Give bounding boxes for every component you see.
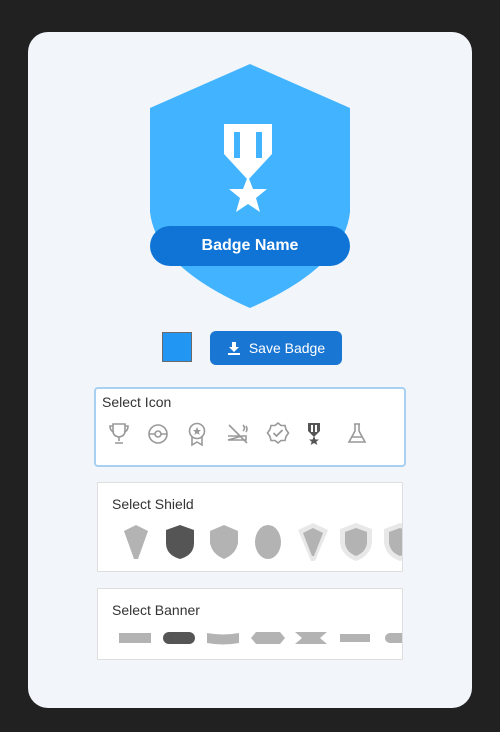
select-shield-title: Select Shield (112, 496, 194, 512)
pokeball-icon[interactable] (147, 422, 169, 446)
framed-partial-shield-option[interactable] (382, 521, 403, 563)
badge-editor-card: Badge Name Save Badge Select Icon Select… (28, 32, 472, 708)
plain-banner-option[interactable] (338, 631, 372, 645)
select-icon-panel: Select Icon (94, 387, 406, 467)
badge-preview: Badge Name (148, 62, 352, 310)
select-banner-title: Select Banner (112, 602, 200, 618)
flask-icon[interactable] (346, 422, 368, 446)
download-icon (227, 342, 240, 355)
framed-diamond-shield-option[interactable] (296, 521, 330, 563)
color-picker-swatch[interactable] (162, 332, 192, 362)
medal-icon-option[interactable] (306, 421, 322, 447)
curved-banner-option[interactable] (206, 631, 240, 645)
flat-banner-option[interactable] (118, 631, 152, 645)
heater-shield-option[interactable] (208, 523, 240, 561)
ribbon-banner-option[interactable] (294, 631, 328, 645)
save-badge-label: Save Badge (248, 340, 326, 356)
badge-name-banner: Badge Name (150, 226, 350, 266)
rounded-shield-option[interactable] (164, 523, 196, 561)
hexagon-banner-option[interactable] (250, 631, 286, 645)
diamond-shield-option[interactable] (122, 523, 150, 561)
no-smoking-icon[interactable] (226, 422, 250, 446)
oval-shield-option[interactable] (253, 523, 283, 561)
trophy-icon[interactable] (108, 422, 130, 446)
select-shield-panel: Select Shield (97, 482, 403, 572)
select-icon-title: Select Icon (102, 394, 172, 410)
save-badge-button[interactable]: Save Badge (210, 331, 342, 365)
pill-banner-option[interactable] (162, 631, 196, 645)
verified-badge-icon[interactable] (266, 421, 290, 447)
framed-heater-shield-option[interactable] (338, 521, 374, 563)
select-banner-panel: Select Banner (97, 588, 403, 660)
award-ribbon-icon[interactable] (186, 421, 208, 447)
medal-icon (224, 124, 272, 212)
round-banner-option[interactable] (384, 631, 402, 645)
